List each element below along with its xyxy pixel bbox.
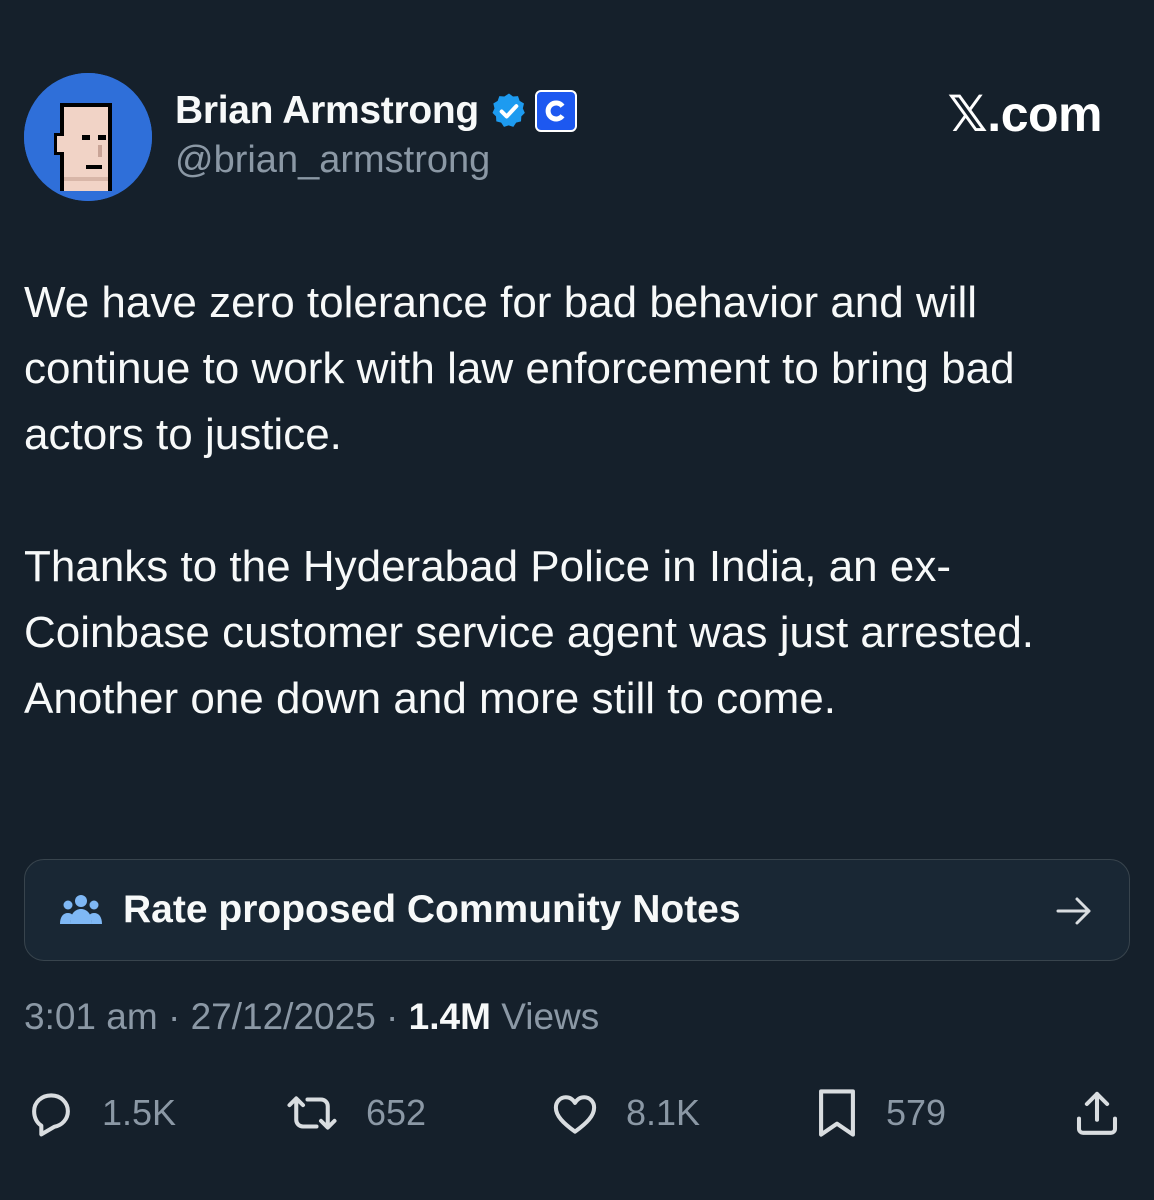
like-count: 8.1K [626, 1092, 701, 1133]
share-icon [1076, 1091, 1118, 1135]
bookmark-icon [819, 1089, 855, 1137]
tweet-paragraph: Thanks to the Hyderabad Police in India,… [24, 542, 1035, 723]
tweet-paragraph: We have zero tolerance for bad behavior … [24, 278, 1015, 459]
repost-icon [287, 1096, 337, 1130]
display-name[interactable]: Brian Armstrong [175, 89, 479, 133]
community-notes-label: Rate proposed Community Notes [123, 888, 741, 931]
reply-icon [32, 1093, 70, 1137]
coinbase-c-icon [545, 100, 565, 122]
share-button[interactable] [1070, 1080, 1124, 1146]
meta-separator: · [157, 996, 191, 1037]
tweet-meta: 3:01 am · 27/12/2025 · 1.4M Views [24, 996, 599, 1038]
tweet-date[interactable]: 27/12/2025 [191, 996, 376, 1037]
tweet-header: Brian Armstrong @brian_armstrong 𝕏.com [24, 73, 1130, 203]
user-handle[interactable]: @brian_armstrong [175, 139, 490, 182]
verified-badge-icon[interactable] [489, 91, 529, 131]
heart-icon [553, 1095, 597, 1134]
avatar[interactable] [24, 73, 152, 201]
tweet-time[interactable]: 3:01 am [24, 996, 158, 1037]
pixel-punk-avatar-icon [24, 73, 152, 201]
community-notes-card[interactable]: Rate proposed Community Notes [24, 859, 1130, 961]
site-label: 𝕏.com [947, 86, 1103, 142]
repost-count: 652 [366, 1092, 427, 1133]
people-icon [60, 895, 102, 924]
repost-button[interactable]: 652 [282, 1080, 426, 1146]
reply-button[interactable]: 1.5K [24, 1080, 176, 1146]
coinbase-logo-icon[interactable] [534, 90, 577, 132]
like-button[interactable]: 8.1K [548, 1080, 700, 1146]
tweet-text: We have zero tolerance for bad behavior … [24, 270, 1114, 732]
views-count: 1.4M [408, 996, 491, 1037]
views-label: Views [490, 996, 600, 1037]
bookmark-button[interactable]: 579 [812, 1080, 946, 1146]
reply-count: 1.5K [102, 1092, 177, 1133]
bookmark-count: 579 [886, 1092, 947, 1133]
meta-separator: · [375, 996, 409, 1037]
name-row: Brian Armstrong [175, 87, 577, 135]
arrow-right-icon [1056, 897, 1091, 925]
action-bar: 1.5K 652 8.1K 579 [24, 1080, 1124, 1146]
